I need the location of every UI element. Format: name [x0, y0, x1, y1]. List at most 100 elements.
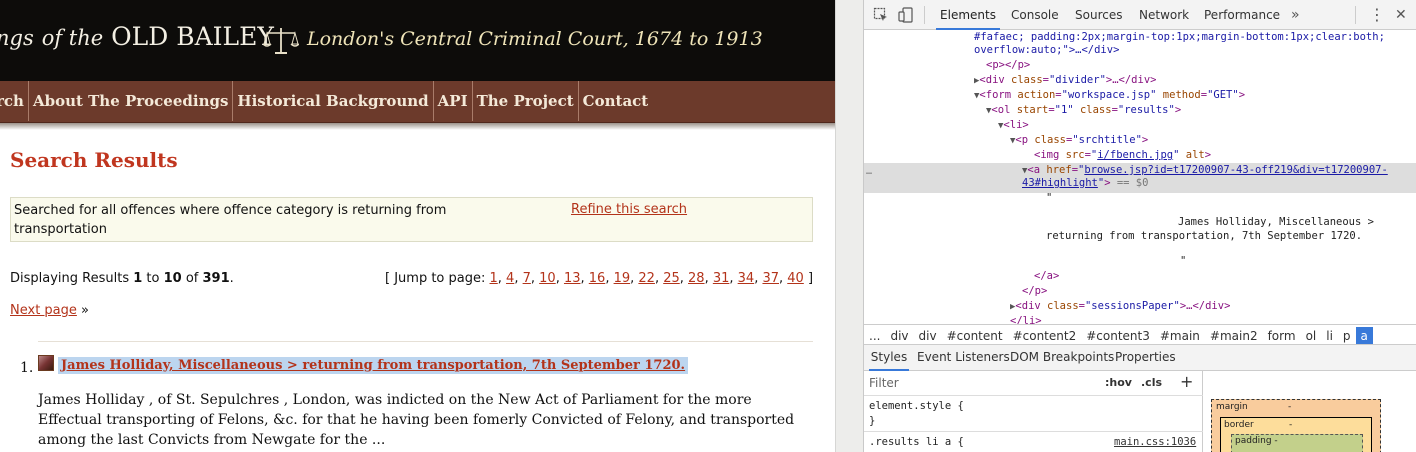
- hover-state-button[interactable]: :hov: [1105, 376, 1132, 389]
- dom-node-li[interactable]: ▼<li>: [998, 118, 1029, 134]
- styles-subtabs: Styles Event Listeners DOM Breakpoints P…: [864, 345, 1416, 371]
- dom-text-quote: ": [1180, 255, 1187, 267]
- class-toggle-button[interactable]: .cls: [1141, 376, 1162, 389]
- scales-of-justice-icon: [263, 28, 299, 54]
- search-description: Searched for all offences where offence …: [14, 203, 447, 237]
- jump-page-link[interactable]: 31: [713, 271, 730, 286]
- nav-item-api[interactable]: API: [434, 81, 473, 121]
- css-source-link[interactable]: main.css:1036: [1114, 436, 1196, 448]
- jump-page-link[interactable]: 25: [663, 271, 680, 286]
- nav-item-the-project[interactable]: The Project: [473, 81, 579, 121]
- margin-value[interactable]: -: [1288, 402, 1291, 412]
- dom-a-href-cont[interactable]: 43#highlight: [1022, 177, 1098, 189]
- tab-styles[interactable]: Styles: [869, 345, 909, 371]
- breadcrumb-item[interactable]: div: [885, 327, 913, 344]
- tab-event-listeners[interactable]: Event Listeners: [917, 345, 1010, 371]
- tab-network[interactable]: Network: [1139, 0, 1189, 30]
- dom-node-ol[interactable]: ▼<ol start="1" class="results">: [986, 103, 1181, 119]
- site-title-of-the: of the: [41, 26, 104, 50]
- nav-item-search[interactable]: rch: [0, 81, 29, 121]
- dom-style-text: #fafaec; padding:2px;margin-top:1px;marg…: [974, 31, 1385, 43]
- breadcrumb-item[interactable]: p: [1338, 327, 1356, 344]
- refine-search-link[interactable]: Refine this search: [571, 202, 687, 217]
- close-devtools-icon[interactable]: ✕: [1395, 0, 1407, 30]
- jump-page-link[interactable]: 13: [564, 271, 581, 286]
- styles-filter-input[interactable]: [864, 371, 1094, 395]
- site-tagline: London's Central Criminal Court, 1674 to…: [307, 28, 763, 50]
- new-style-rule-icon[interactable]: +: [1180, 372, 1193, 391]
- next-page-link[interactable]: Next page: [10, 303, 77, 318]
- dom-ol-class: results: [1124, 104, 1169, 116]
- border-value[interactable]: -: [1289, 420, 1292, 430]
- breadcrumb-item[interactable]: #content: [942, 327, 1008, 344]
- toolbar-separator: [1355, 6, 1356, 24]
- device-toolbar-icon[interactable]: [898, 7, 914, 23]
- dom-node-a-close: </a>: [1034, 269, 1059, 284]
- nav-item-contact[interactable]: Contact: [579, 81, 653, 121]
- results-count-prefix: Displaying Results: [10, 271, 134, 286]
- jump-page-link[interactable]: 37: [762, 271, 779, 286]
- jump-page-link[interactable]: 16: [589, 271, 606, 286]
- tab-console[interactable]: Console: [1011, 0, 1059, 30]
- jump-page-link[interactable]: 4: [506, 271, 514, 286]
- results-count: Displaying Results 1 to 10 of 391.: [10, 271, 234, 286]
- breadcrumb-item[interactable]: #content3: [1081, 327, 1155, 344]
- tab-sources[interactable]: Sources: [1075, 0, 1122, 30]
- css-rule-selector[interactable]: .results li a {: [869, 436, 964, 448]
- breadcrumb-item[interactable]: ...: [864, 327, 885, 344]
- tab-performance[interactable]: Performance: [1204, 0, 1280, 30]
- devtools-menu-icon[interactable]: ⋮: [1369, 0, 1385, 30]
- jump-page-link[interactable]: 34: [738, 271, 755, 286]
- breadcrumb-item[interactable]: ol: [1301, 327, 1322, 344]
- dom-node-p[interactable]: <p></p>: [986, 58, 1030, 73]
- result-title-link[interactable]: James Holliday, Miscellaneous > returnin…: [58, 357, 689, 374]
- dom-form-action: workspace.jsp: [1067, 89, 1151, 101]
- dom-p-class: srchtitle: [1078, 134, 1136, 146]
- results-range-end: 10: [163, 271, 182, 286]
- breadcrumb-item[interactable]: li: [1321, 327, 1338, 344]
- breadcrumb-item[interactable]: div: [914, 327, 942, 344]
- box-model-margin: margin - border - padding -: [1211, 399, 1381, 452]
- jump-page-link[interactable]: 19: [614, 271, 631, 286]
- jump-page-link[interactable]: 28: [688, 271, 705, 286]
- dom-img-src[interactable]: i/fbench.jpg: [1097, 149, 1173, 161]
- inspect-element-icon[interactable]: [873, 7, 889, 23]
- breadcrumb-item-active[interactable]: a: [1355, 327, 1373, 344]
- breadcrumb-item[interactable]: form: [1263, 327, 1301, 344]
- dom-node-img[interactable]: <img src="i/fbench.jpg" alt>: [1034, 148, 1211, 163]
- jump-page-link[interactable]: 10: [539, 271, 556, 286]
- page-title: Search Results: [10, 148, 178, 172]
- nav-item-about-the-proceedings[interactable]: About The Proceedings: [29, 81, 234, 121]
- tab-elements[interactable]: Elements: [936, 0, 1000, 30]
- dom-node-p-srchtitle[interactable]: ▼<p class="srchtitle">: [1010, 133, 1148, 149]
- dom-node-li-close: </li>: [1010, 314, 1042, 324]
- jump-page-link[interactable]: 7: [523, 271, 531, 286]
- dom-a-href[interactable]: browse.jsp?id=t17200907-43-off219&div=t1…: [1084, 164, 1387, 176]
- styles-divider: [864, 431, 1203, 432]
- tab-properties[interactable]: Properties: [1115, 345, 1176, 371]
- next-page-row: Next page »: [10, 303, 89, 318]
- nav-item-historical-background[interactable]: Historical Background: [233, 81, 434, 121]
- dom-text-node: returning from transportation, 7th Septe…: [1046, 230, 1363, 242]
- jump-page-link[interactable]: 1: [490, 271, 498, 286]
- box-model-diagram: margin - border - padding -: [1204, 371, 1416, 452]
- browser-page: ngs of the OLD BAILEY London's Central C…: [0, 0, 835, 452]
- jump-page-link[interactable]: 22: [638, 271, 655, 286]
- dom-node-sessions-paper[interactable]: ▶<div class="sessionsPaper">…</div>: [1010, 299, 1230, 315]
- dom-divider-class: divider: [1055, 74, 1100, 86]
- box-model-padding: padding -: [1231, 434, 1363, 452]
- jump-page-link[interactable]: 40: [787, 271, 804, 286]
- breadcrumb-item[interactable]: #content2: [1008, 327, 1082, 344]
- tab-dom-breakpoints[interactable]: DOM Breakpoints: [1010, 345, 1114, 371]
- dom-node-divider[interactable]: ▶<div class="divider">…</div>: [974, 73, 1156, 89]
- node-actions-icon[interactable]: …: [866, 164, 872, 179]
- breadcrumb-item[interactable]: #main: [1155, 327, 1205, 344]
- css-close-brace: }: [869, 415, 876, 427]
- dom-node-form[interactable]: ▼<form action="workspace.jsp" method="GE…: [974, 88, 1245, 104]
- jump-to-page: [ Jump to page: 1, 4, 7, 10, 13, 16, 19,…: [385, 271, 814, 286]
- dom-tree: … #fafaec; padding:2px;margin-top:1px;ma…: [864, 30, 1416, 324]
- element-style-rule[interactable]: element.style {: [869, 400, 964, 412]
- breadcrumb-item[interactable]: #main2: [1205, 327, 1263, 344]
- dom-li-close-tag: </li>: [1010, 315, 1042, 324]
- more-tabs-icon[interactable]: »: [1291, 0, 1300, 30]
